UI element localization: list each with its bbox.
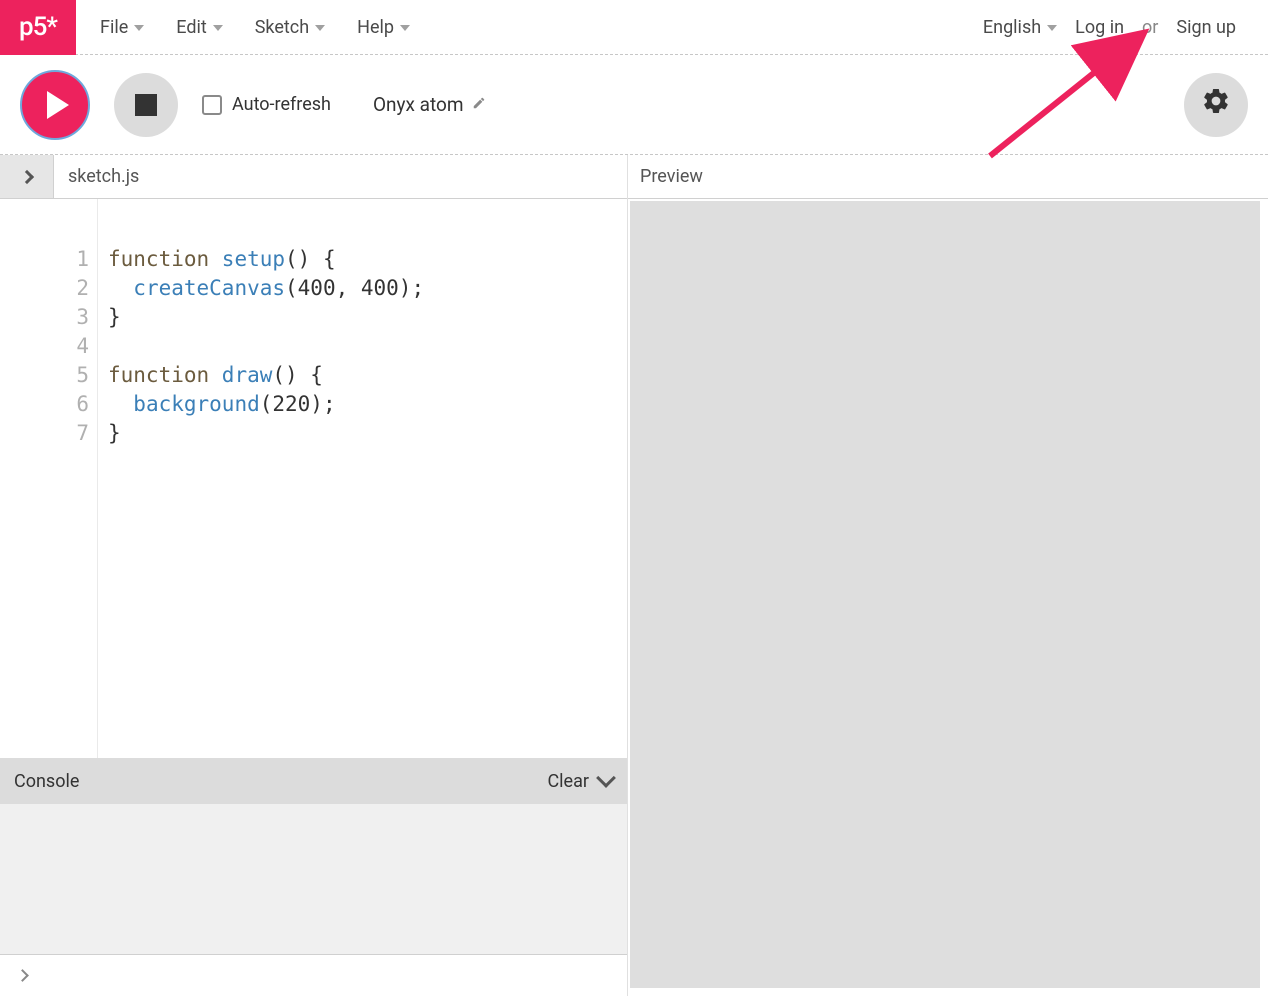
sidebar-expand-button[interactable] (0, 155, 54, 198)
play-button[interactable] (20, 70, 90, 140)
console-clear-button[interactable]: Clear (547, 771, 589, 792)
line-number: 4 (0, 332, 89, 361)
caret-down-icon (134, 25, 144, 31)
line-number: 6 (0, 390, 89, 419)
menu-edit[interactable]: Edit (176, 17, 222, 38)
chevron-down-icon[interactable] (596, 768, 616, 788)
stop-button[interactable] (114, 73, 178, 137)
settings-button[interactable] (1184, 73, 1248, 137)
caret-down-icon (400, 25, 410, 31)
console-body[interactable] (0, 804, 627, 954)
menu-edit-label: Edit (176, 17, 206, 38)
code-editor[interactable]: 1 2 3 4 5 6 7 function setup() { createC… (0, 199, 627, 758)
language-selector[interactable]: English (983, 17, 1057, 38)
right-pane: Preview (628, 155, 1268, 996)
code-content[interactable]: function setup() { createCanvas(400, 400… (98, 199, 627, 758)
line-number: 1 (0, 245, 89, 274)
gear-icon (1201, 86, 1231, 124)
line-number: 7 (0, 419, 89, 448)
menu-items: File Edit Sketch Help (76, 17, 410, 38)
menu-file-label: File (100, 17, 128, 38)
play-icon (47, 91, 69, 119)
caret-down-icon (315, 25, 325, 31)
line-gutter: 1 2 3 4 5 6 7 (0, 199, 98, 758)
language-label: English (983, 17, 1041, 38)
menu-sketch-label: Sketch (255, 17, 309, 38)
menubar: p5* File Edit Sketch Help English Log in… (0, 0, 1268, 55)
or-text: or (1142, 17, 1158, 38)
p5-logo[interactable]: p5* (0, 0, 76, 55)
main-split: sketch.js 1 2 3 4 5 6 7 function setup()… (0, 155, 1268, 996)
file-tabbar: sketch.js (0, 155, 627, 199)
autorefresh-toggle[interactable]: Auto-refresh (202, 94, 331, 115)
menubar-right: English Log in or Sign up (983, 17, 1268, 38)
autorefresh-checkbox[interactable] (202, 95, 222, 115)
line-number: 5 (0, 361, 89, 390)
caret-down-icon (1047, 25, 1057, 31)
toolbar: Auto-refresh Onyx atom (0, 55, 1268, 155)
line-number: 2 (0, 274, 89, 303)
console-header[interactable]: Console Clear (0, 758, 627, 804)
sketch-name[interactable]: Onyx atom (373, 93, 486, 116)
menu-file[interactable]: File (100, 17, 144, 38)
current-filename[interactable]: sketch.js (54, 155, 139, 198)
pencil-icon[interactable] (472, 95, 486, 114)
left-pane: sketch.js 1 2 3 4 5 6 7 function setup()… (0, 155, 628, 996)
menu-help[interactable]: Help (357, 17, 410, 38)
sketch-name-text: Onyx atom (373, 93, 464, 116)
menu-sketch[interactable]: Sketch (255, 17, 325, 38)
stop-icon (135, 94, 157, 116)
console-input-row[interactable] (0, 954, 627, 996)
chevron-right-icon (16, 969, 29, 982)
line-number: 3 (0, 303, 89, 332)
autorefresh-label: Auto-refresh (232, 94, 331, 115)
preview-title: Preview (640, 166, 703, 187)
chevron-right-icon (19, 169, 33, 183)
menu-help-label: Help (357, 17, 394, 38)
signup-link[interactable]: Sign up (1176, 17, 1236, 38)
preview-header: Preview (628, 155, 1268, 199)
console-header-right: Clear (547, 771, 613, 792)
login-link[interactable]: Log in (1075, 17, 1124, 38)
caret-down-icon (213, 25, 223, 31)
console-title: Console (14, 771, 79, 792)
preview-canvas (630, 201, 1260, 988)
